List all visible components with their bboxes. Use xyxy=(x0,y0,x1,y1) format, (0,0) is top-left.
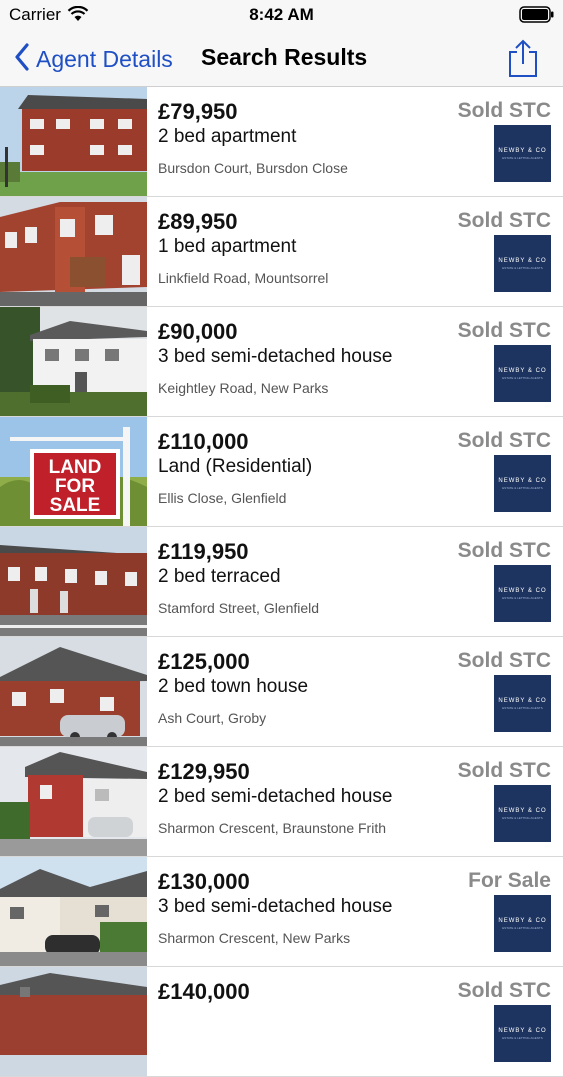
listing-price: £119,950 xyxy=(158,539,249,564)
agent-logo-name: NEWBY & CO xyxy=(498,917,547,924)
agent-logo-tagline: ESTATE & LETTING AGENTS xyxy=(502,595,543,600)
agent-logo: NEWBY & CO ESTATE & LETTING AGENTS xyxy=(494,455,551,512)
listing-price: £79,950 xyxy=(158,99,238,124)
listing-status: Sold STC xyxy=(457,649,551,672)
agent-logo: NEWBY & CO ESTATE & LETTING AGENTS xyxy=(494,675,551,732)
clock: 8:42 AM xyxy=(249,5,314,24)
property-photo: LAND FOR SALE xyxy=(0,417,147,526)
listing-address: Sharmon Crescent, New Parks xyxy=(158,930,351,946)
listing-type: 2 bed apartment xyxy=(158,126,297,147)
property-photo xyxy=(0,637,147,746)
agent-logo: NEWBY & CO ESTATE & LETTING AGENTS xyxy=(494,1005,551,1062)
agent-logo-tagline: ESTATE & LETTING AGENTS xyxy=(502,485,543,490)
agent-logo-name: NEWBY & CO xyxy=(498,477,547,484)
listing-address: Linkfield Road, Mountsorrel xyxy=(158,270,329,286)
property-photo xyxy=(0,87,147,196)
share-icon xyxy=(508,39,538,82)
listing-price: £110,000 xyxy=(158,429,249,454)
listing-status: Sold STC xyxy=(457,979,551,1002)
listing-price: £89,950 xyxy=(158,209,238,234)
listing-type: 2 bed semi-detached house xyxy=(158,786,393,807)
back-button[interactable]: Agent Details xyxy=(14,43,173,76)
listing-row[interactable]: £125,000 2 bed town house Ash Court, Gro… xyxy=(0,637,563,747)
search-results-list: £79,950 2 bed apartment Bursdon Court, B… xyxy=(0,87,563,1077)
property-photo xyxy=(0,857,147,966)
agent-logo-tagline: ESTATE & LETTING AGENTS xyxy=(502,265,543,270)
listing-row[interactable]: £90,000 3 bed semi-detached house Keight… xyxy=(0,307,563,417)
listing-type: 1 bed apartment xyxy=(158,236,297,257)
agent-logo-tagline: ESTATE & LETTING AGENTS xyxy=(502,1035,543,1040)
listing-row[interactable]: £79,950 2 bed apartment Bursdon Court, B… xyxy=(0,87,563,197)
listing-address: Ash Court, Groby xyxy=(158,710,267,726)
svg-text:LAND: LAND xyxy=(49,457,102,478)
listing-price: £125,000 xyxy=(158,649,250,674)
listing-price: £90,000 xyxy=(158,319,238,344)
listing-status: Sold STC xyxy=(457,759,551,782)
property-photo xyxy=(0,967,147,1076)
back-button-label: Agent Details xyxy=(36,46,173,72)
listing-address: Sharmon Crescent, Braunstone Frith xyxy=(158,820,386,836)
agent-logo: NEWBY & CO ESTATE & LETTING AGENTS xyxy=(494,125,551,182)
svg-text:SALE: SALE xyxy=(50,495,101,516)
listing-type: 3 bed semi-detached house xyxy=(158,346,393,367)
listing-type: Land (Residential) xyxy=(158,456,313,477)
listing-price: £130,000 xyxy=(158,869,250,894)
listing-price: £140,000 xyxy=(158,979,250,1004)
status-bar: Carrier 8:42 AM xyxy=(0,0,563,30)
listing-status: Sold STC xyxy=(457,319,551,342)
agent-logo-name: NEWBY & CO xyxy=(498,1027,547,1034)
agent-logo-tagline: ESTATE & LETTING AGENTS xyxy=(502,925,543,930)
listing-address: Bursdon Court, Bursdon Close xyxy=(158,160,348,176)
page-title: Search Results xyxy=(201,44,368,70)
listing-type: 2 bed town house xyxy=(158,676,309,697)
svg-text:FOR: FOR xyxy=(55,476,95,497)
listing-status: Sold STC xyxy=(457,539,551,562)
agent-logo-tagline: ESTATE & LETTING AGENTS xyxy=(502,155,543,160)
listing-row[interactable]: LAND FOR SALE £110,000 Land (Residential… xyxy=(0,417,563,527)
listing-address: Stamford Street, Glenfield xyxy=(158,600,320,616)
listing-status: Sold STC xyxy=(457,209,551,232)
agent-logo-name: NEWBY & CO xyxy=(498,147,547,154)
property-photo xyxy=(0,747,147,856)
battery-icon xyxy=(519,6,555,28)
agent-logo-name: NEWBY & CO xyxy=(498,807,547,814)
agent-logo-tagline: ESTATE & LETTING AGENTS xyxy=(502,375,543,380)
agent-logo: NEWBY & CO ESTATE & LETTING AGENTS xyxy=(494,895,551,952)
listing-row[interactable]: £130,000 3 bed semi-detached house Sharm… xyxy=(0,857,563,967)
agent-logo-tagline: ESTATE & LETTING AGENTS xyxy=(502,815,543,820)
agent-logo: NEWBY & CO ESTATE & LETTING AGENTS xyxy=(494,235,551,292)
listing-row[interactable]: £89,950 1 bed apartment Linkfield Road, … xyxy=(0,197,563,307)
property-photo xyxy=(0,197,147,306)
listing-address: Keightley Road, New Parks xyxy=(158,380,329,396)
listing-status: For Sale xyxy=(468,869,551,892)
chevron-left-icon xyxy=(14,43,30,76)
property-photo xyxy=(0,527,147,636)
share-button[interactable] xyxy=(508,38,538,83)
listing-row[interactable]: £119,950 2 bed terraced Stamford Street,… xyxy=(0,527,563,637)
agent-logo: NEWBY & CO ESTATE & LETTING AGENTS xyxy=(494,345,551,402)
agent-logo-name: NEWBY & CO xyxy=(498,257,547,264)
listing-type: 3 bed semi-detached house xyxy=(158,896,393,917)
property-photo xyxy=(0,307,147,416)
listing-address: Ellis Close, Glenfield xyxy=(158,490,287,506)
agent-logo-name: NEWBY & CO xyxy=(498,587,547,594)
listing-status: Sold STC xyxy=(457,429,551,452)
agent-logo-name: NEWBY & CO xyxy=(498,367,547,374)
listing-status: Sold STC xyxy=(457,99,551,122)
agent-logo-name: NEWBY & CO xyxy=(498,697,547,704)
listing-type: 2 bed terraced xyxy=(158,566,281,587)
navigation-bar: Agent Details Search Results xyxy=(0,30,563,87)
listing-row[interactable]: £140,000 Sold STC NEWBY & CO ESTATE & LE… xyxy=(0,967,563,1077)
agent-logo-tagline: ESTATE & LETTING AGENTS xyxy=(502,705,543,710)
agent-logo: NEWBY & CO ESTATE & LETTING AGENTS xyxy=(494,565,551,622)
agent-logo: NEWBY & CO ESTATE & LETTING AGENTS xyxy=(494,785,551,842)
listing-price: £129,950 xyxy=(158,759,250,784)
listing-row[interactable]: £129,950 2 bed semi-detached house Sharm… xyxy=(0,747,563,857)
